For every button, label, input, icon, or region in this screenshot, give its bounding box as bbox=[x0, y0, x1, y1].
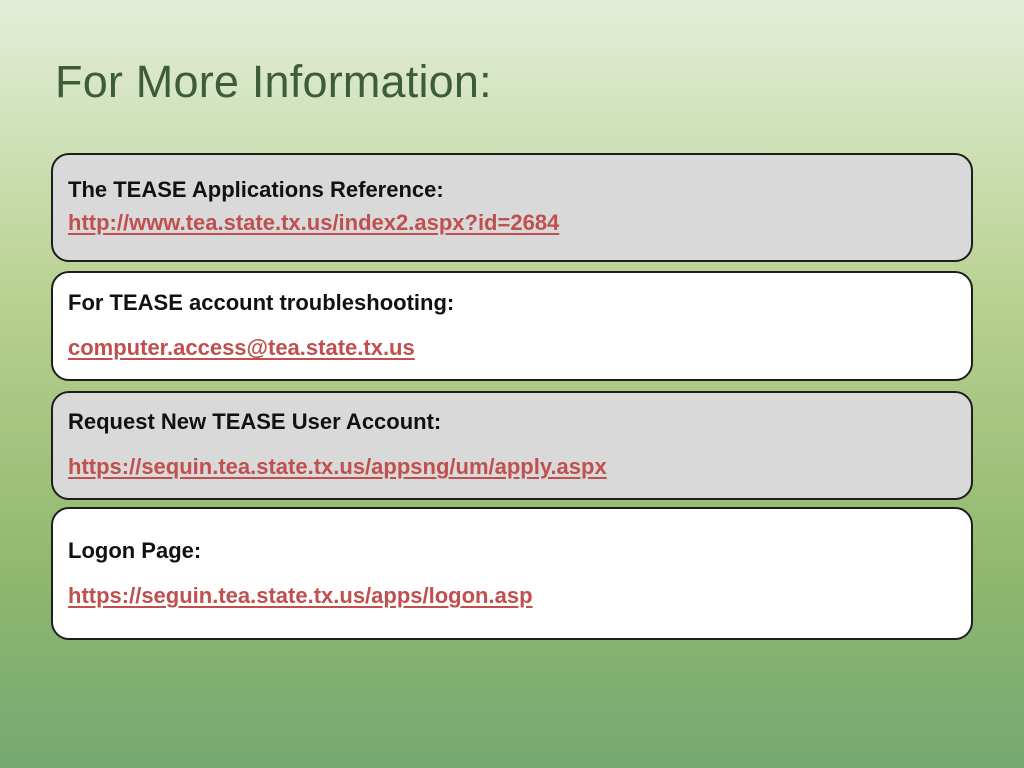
computer-access-email-link[interactable]: computer.access@tea.state.tx.us bbox=[68, 335, 415, 361]
request-account-link[interactable]: https://sequin.tea.state.tx.us/appsng/um… bbox=[68, 454, 607, 480]
tease-reference-link[interactable]: http://www.tea.state.tx.us/index2.aspx?i… bbox=[68, 210, 559, 236]
slide-title: For More Information: bbox=[55, 56, 492, 107]
request-account-label: Request New TEASE User Account: bbox=[68, 409, 442, 434]
logon-page-box: Logon Page: https://seguin.tea.state.tx.… bbox=[51, 507, 973, 640]
account-troubleshooting-box: For TEASE account troubleshooting: compu… bbox=[51, 271, 973, 381]
request-account-box: Request New TEASE User Account: https://… bbox=[51, 391, 973, 500]
account-troubleshooting-label: For TEASE account troubleshooting: bbox=[68, 290, 455, 315]
tease-reference-label: The TEASE Applications Reference: bbox=[68, 177, 444, 202]
logon-page-label: Logon Page: bbox=[68, 538, 202, 563]
logon-page-link[interactable]: https://seguin.tea.state.tx.us/apps/logo… bbox=[68, 583, 533, 609]
tease-reference-box: The TEASE Applications Reference: http:/… bbox=[51, 153, 973, 262]
